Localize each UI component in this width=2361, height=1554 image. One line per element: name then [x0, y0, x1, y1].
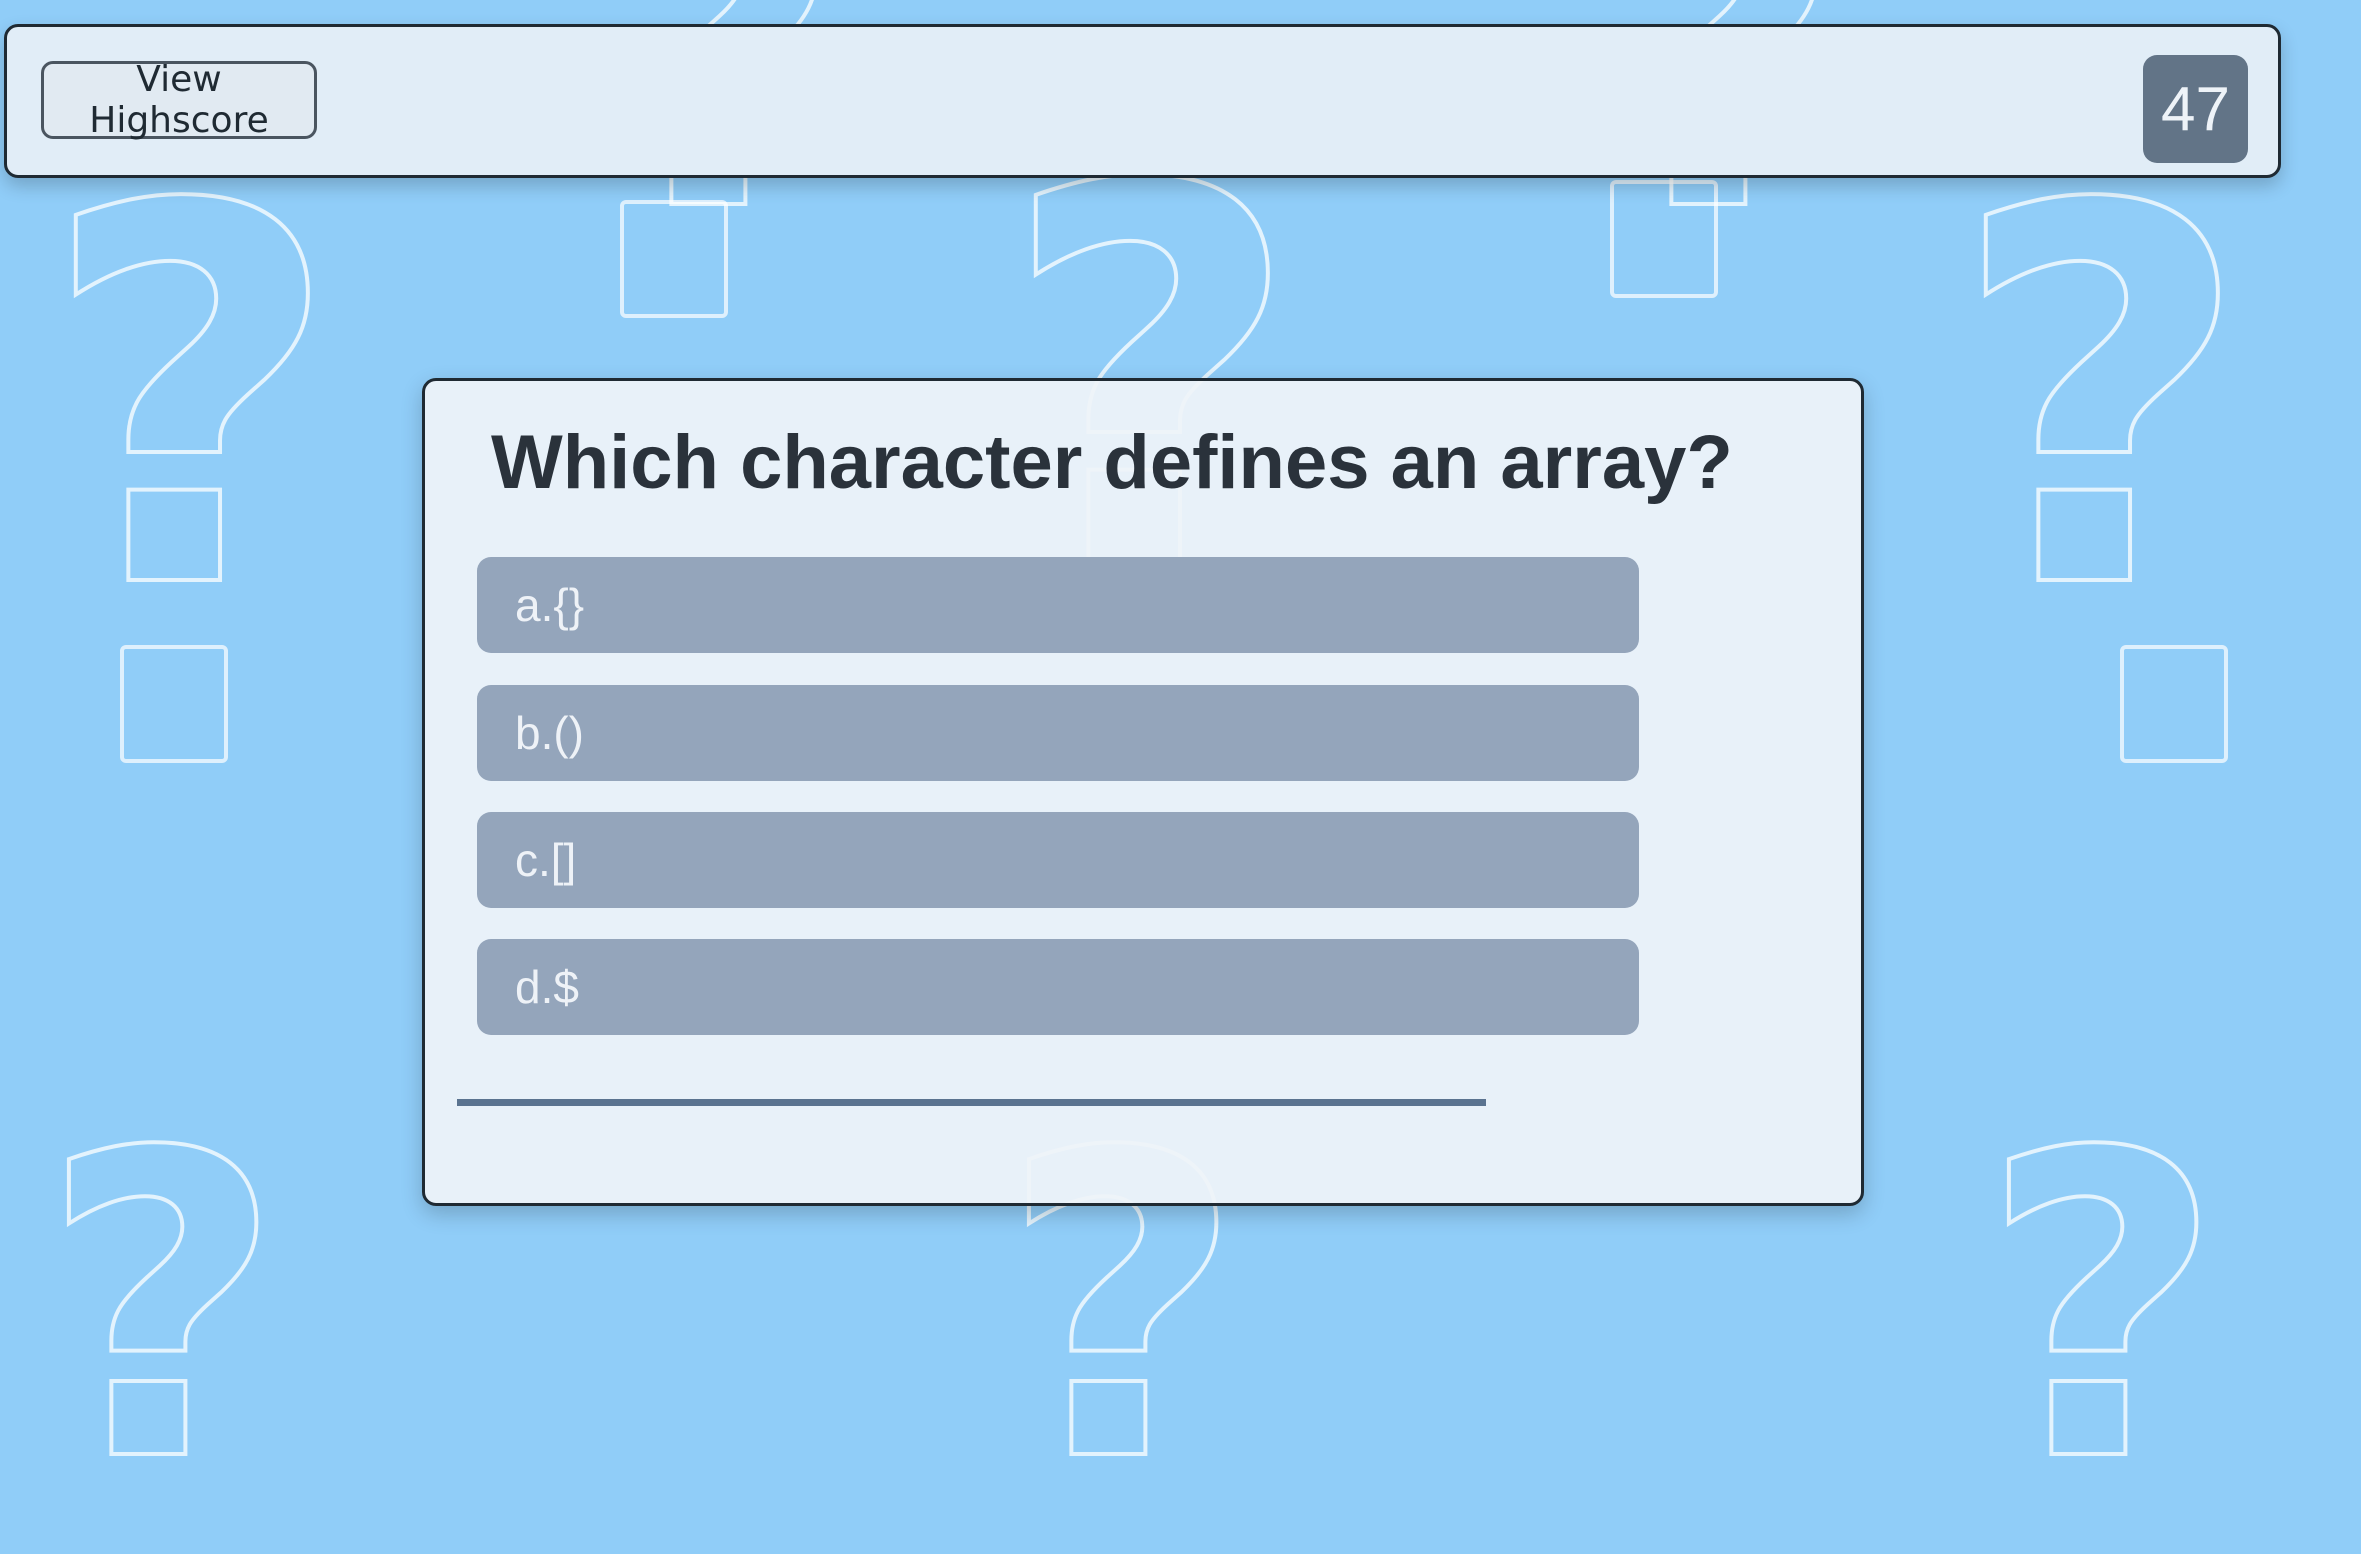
answer-option-d[interactable]: d.$ [477, 939, 1639, 1035]
answer-option-a[interactable]: a.{} [477, 557, 1639, 653]
progress-bar [457, 1099, 1487, 1106]
answer-option-b[interactable]: b.() [477, 685, 1639, 781]
question-title: Which character defines an array? [491, 420, 1733, 505]
question-mark-decoration-icon: ? [38, 97, 344, 703]
quiz-card: Which character defines an array? a.{} b… [422, 378, 1864, 1206]
cube-decoration-icon [620, 200, 728, 318]
question-mark-decoration-icon: ? [38, 1065, 286, 1554]
cube-decoration-icon [120, 645, 228, 763]
answer-option-c[interactable]: c.[] [477, 812, 1639, 908]
timer-badge: 47 [2143, 55, 2248, 163]
cube-decoration-icon [2120, 645, 2228, 763]
view-highscore-button[interactable]: View Highscore [41, 59, 317, 141]
top-bar: View Highscore 47 [4, 24, 2281, 178]
question-mark-decoration-icon: ? [1978, 1065, 2226, 1554]
cube-decoration-icon [1610, 180, 1718, 298]
question-mark-decoration-icon: ? [1948, 97, 2254, 703]
